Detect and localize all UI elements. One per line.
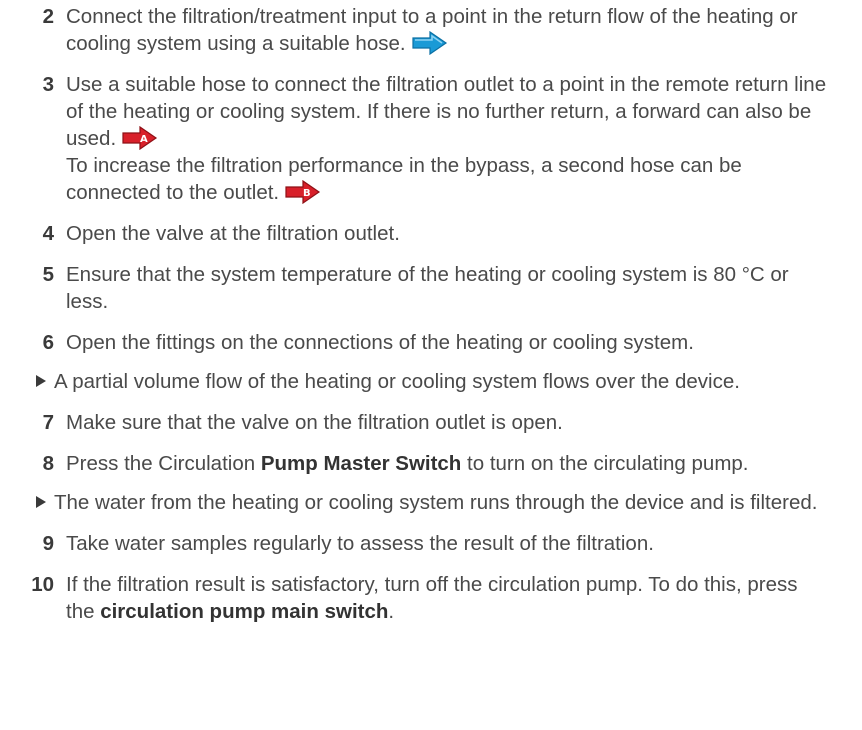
step-body: Connect the filtration/treatment input t…: [66, 3, 828, 57]
arrow-right-blue-icon: [411, 31, 448, 55]
step-body: Open the fittings on the connections of …: [66, 329, 828, 356]
arrow-letter: A: [140, 134, 148, 145]
step-number: 5: [42, 263, 54, 286]
step-number: 8: [42, 452, 54, 475]
step-body: Ensure that the system temperature of th…: [66, 261, 828, 315]
step-text: If the filtration result is satisfactory…: [66, 571, 828, 625]
step-5: 5 Ensure that the system temperature of …: [0, 261, 862, 315]
step-number: 6: [42, 331, 54, 354]
step-7: 7 Make sure that the valve on the filtra…: [0, 409, 862, 436]
arrow-right-red-a-icon: A: [122, 126, 158, 150]
step-result: The water from the heating or cooling sy…: [36, 489, 828, 516]
step-10: 10 If the filtration result is satisfact…: [0, 571, 862, 625]
step-text-part: .: [388, 600, 395, 623]
control-name: circulation pump main switch: [100, 600, 389, 623]
step-text-part: Press the Circulation: [66, 452, 261, 475]
step-text-content: Use a suitable hose to connect the filtr…: [66, 73, 827, 150]
step-4: 4 Open the valve at the filtration outle…: [0, 220, 862, 247]
step-result: A partial volume flow of the heating or …: [36, 368, 828, 395]
step-body: If the filtration result is satisfactory…: [66, 571, 828, 625]
step-2: 2 Connect the filtration/treatment input…: [0, 3, 862, 57]
result-text: The water from the heating or cooling sy…: [54, 491, 818, 514]
step-body: Make sure that the valve on the filtrati…: [66, 409, 828, 436]
step-subtext-content: To increase the filtration performance i…: [66, 154, 742, 204]
step-body: Use a suitable hose to connect the filtr…: [66, 71, 828, 206]
control-name: Pump Master Switch: [260, 452, 462, 475]
instruction-page: 2 Connect the filtration/treatment input…: [0, 0, 862, 730]
step-number: 4: [42, 222, 54, 245]
step-body: Open the valve at the filtration outlet.: [66, 220, 828, 247]
step-number: 2: [42, 5, 54, 28]
step-text: Take water samples regularly to assess t…: [66, 532, 654, 555]
arrow-right-red-b-icon: B: [285, 180, 321, 204]
triangle-bullet-icon: [36, 375, 46, 387]
step-body: Take water samples regularly to assess t…: [66, 530, 828, 557]
step-text: Ensure that the system temperature of th…: [66, 263, 789, 313]
step-text: Use a suitable hose to connect the filtr…: [66, 71, 828, 152]
step-text: Open the valve at the filtration outlet.: [66, 222, 400, 245]
arrow-letter: B: [303, 188, 311, 199]
step-text: Make sure that the valve on the filtrati…: [66, 411, 563, 434]
step-9: 9 Take water samples regularly to assess…: [0, 530, 862, 557]
step-number: 10: [31, 573, 54, 596]
step-number: 9: [42, 532, 54, 555]
step-text: Connect the filtration/treatment input t…: [66, 3, 828, 57]
step-subtext: To increase the filtration performance i…: [66, 152, 828, 206]
step-number: 7: [42, 411, 54, 434]
step-6: 6 Open the fittings on the connections o…: [0, 329, 862, 356]
step-text: Press the Circulation Pump Master Switch…: [66, 450, 828, 477]
step-body: Press the Circulation Pump Master Switch…: [66, 450, 828, 477]
step-8: 8 Press the Circulation Pump Master Swit…: [0, 450, 862, 477]
step-text: Open the fittings on the connections of …: [66, 331, 694, 354]
step-3: 3 Use a suitable hose to connect the fil…: [0, 71, 862, 206]
result-text: A partial volume flow of the heating or …: [54, 370, 740, 393]
step-text-part: to turn on the circulating pump.: [461, 452, 749, 475]
step-number: 3: [42, 73, 54, 96]
triangle-bullet-icon: [36, 496, 46, 508]
